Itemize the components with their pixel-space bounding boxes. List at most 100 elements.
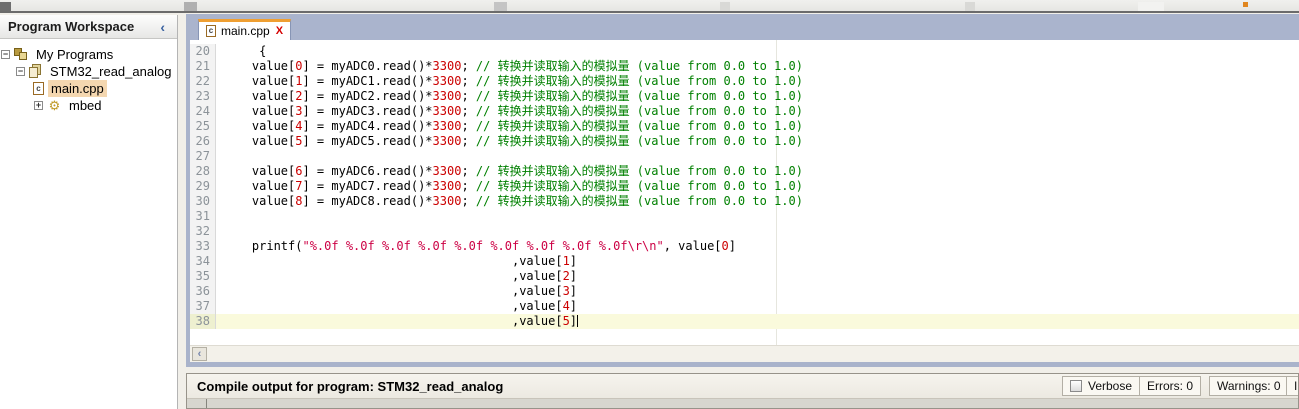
code-text: value[3] = myADC3.read()*3300; // 转换并读取输… (216, 104, 1299, 119)
editor-panel: c main.cpp X 20 {21 value[0] = myADC0.re… (186, 14, 1299, 367)
tree-item-label[interactable]: mbed (66, 97, 105, 114)
infos-count-badge[interactable]: In (1286, 376, 1299, 396)
code-text: value[5] = myADC5.read()*3300; // 转换并读取输… (216, 134, 1299, 149)
code-text: ,value[4] (216, 299, 1299, 314)
workspace-tree: −My Programs−STM32_read_analogcmain.cpp+… (0, 39, 177, 114)
compile-output-header: Compile output for program: STM32_read_a… (187, 374, 1298, 399)
code-line-20[interactable]: 20 { (190, 44, 1299, 59)
workspace-header: Program Workspace ‹ (0, 15, 177, 39)
code-text: ,value[1] (216, 254, 1299, 269)
code-line-27[interactable]: 27 (190, 149, 1299, 164)
code-line-28[interactable]: 28 value[6] = myADC6.read()*3300; // 转换并… (190, 164, 1299, 179)
line-number: 22 (190, 74, 216, 89)
toolbar-icon-fragment (184, 2, 197, 11)
code-text: ,value[3] (216, 284, 1299, 299)
cpp-file-icon: c (206, 25, 216, 37)
code-text (216, 209, 1299, 224)
code-line-25[interactable]: 25 value[4] = myADC4.read()*3300; // 转换并… (190, 119, 1299, 134)
code-line-31[interactable]: 31 (190, 209, 1299, 224)
code-line-21[interactable]: 21 value[0] = myADC0.read()*3300; // 转换并… (190, 59, 1299, 74)
toolbar-icon-fragment (965, 2, 975, 11)
tree-item-my-programs[interactable]: − My Programs (0, 46, 177, 63)
tree-item-label[interactable]: My Programs (33, 46, 116, 63)
editor-tab-strip: c main.cpp X (190, 14, 1299, 40)
horizontal-scrollbar[interactable]: ‹ (190, 345, 1299, 362)
tree-item-stm32-read-analog[interactable]: − STM32_read_analog (0, 63, 177, 80)
collapse-node-icon[interactable]: − (1, 50, 10, 59)
line-number: 37 (190, 299, 216, 314)
code-lines: 20 {21 value[0] = myADC0.read()*3300; //… (190, 40, 1299, 329)
line-number: 36 (190, 284, 216, 299)
my-programs-icon (14, 48, 29, 62)
line-number: 24 (190, 104, 216, 119)
code-line-22[interactable]: 22 value[1] = myADC1.read()*3300; // 转换并… (190, 74, 1299, 89)
code-text: value[4] = myADC4.read()*3300; // 转换并读取输… (216, 119, 1299, 134)
toolbar-icon-fragment (0, 2, 11, 11)
line-number: 31 (190, 209, 216, 224)
output-column-divider (206, 399, 207, 409)
line-number: 23 (190, 89, 216, 104)
code-text: printf("%.0f %.0f %.0f %.0f %.0f %.0f %.… (216, 239, 1299, 254)
code-text: value[8] = myADC8.read()*3300; // 转换并读取输… (216, 194, 1299, 209)
code-text: ,value[5] (216, 314, 1299, 329)
verbose-label: Verbose (1088, 379, 1132, 393)
line-number: 35 (190, 269, 216, 284)
compile-output-panel: Compile output for program: STM32_read_a… (186, 373, 1299, 409)
code-line-34[interactable]: 34 ,value[1] (190, 254, 1299, 269)
text-cursor (577, 315, 578, 327)
code-text: value[7] = myADC7.read()*3300; // 转换并读取输… (216, 179, 1299, 194)
code-line-32[interactable]: 32 (190, 224, 1299, 239)
line-number: 28 (190, 164, 216, 179)
line-number: 26 (190, 134, 216, 149)
tab-main-cpp[interactable]: c main.cpp X (198, 19, 291, 40)
tab-label: main.cpp (221, 24, 270, 38)
verbose-toggle[interactable]: Verbose (1062, 376, 1140, 396)
code-line-33[interactable]: 33 printf("%.0f %.0f %.0f %.0f %.0f %.0f… (190, 239, 1299, 254)
warnings-count-badge[interactable]: Warnings: 0 (1209, 376, 1289, 396)
cpp-file-icon: c (33, 82, 44, 95)
line-number: 20 (190, 44, 216, 59)
workspace-title: Program Workspace (0, 19, 160, 34)
tree-item-label[interactable]: main.cpp (48, 80, 107, 97)
program-workspace-panel: Program Workspace ‹ −My Programs−STM32_r… (0, 15, 178, 409)
code-text: ,value[2] (216, 269, 1299, 284)
expand-node-icon[interactable]: + (34, 101, 43, 110)
code-text (216, 224, 1299, 239)
code-line-30[interactable]: 30 value[8] = myADC8.read()*3300; // 转换并… (190, 194, 1299, 209)
line-number: 38 (190, 314, 216, 329)
line-number: 21 (190, 59, 216, 74)
code-line-29[interactable]: 29 value[7] = myADC7.read()*3300; // 转换并… (190, 179, 1299, 194)
line-number: 27 (190, 149, 216, 164)
code-text: value[1] = myADC1.read()*3300; // 转换并读取输… (216, 74, 1299, 89)
errors-count-badge[interactable]: Errors: 0 (1139, 376, 1201, 396)
code-line-38[interactable]: 38 ,value[5] (190, 314, 1299, 329)
tree-item-mbed[interactable]: + ⚙ mbed (0, 97, 177, 114)
toolbar-icon-fragment (1138, 2, 1164, 11)
line-number: 30 (190, 194, 216, 209)
toolbar-icon-fragment (720, 2, 730, 11)
close-tab-icon[interactable]: X (276, 25, 283, 37)
scroll-left-arrow-icon[interactable]: ‹ (192, 347, 207, 361)
code-text: value[2] = myADC2.read()*3300; // 转换并读取输… (216, 89, 1299, 104)
line-number: 29 (190, 179, 216, 194)
code-line-37[interactable]: 37 ,value[4] (190, 299, 1299, 314)
top-toolbar-sliver (0, 0, 1299, 13)
line-number: 33 (190, 239, 216, 254)
code-line-23[interactable]: 23 value[2] = myADC2.read()*3300; // 转换并… (190, 89, 1299, 104)
collapse-panel-icon[interactable]: ‹ (160, 19, 177, 35)
verbose-checkbox[interactable] (1070, 380, 1082, 392)
code-editor[interactable]: 20 {21 value[0] = myADC0.read()*3300; //… (190, 40, 1299, 345)
code-line-35[interactable]: 35 ,value[2] (190, 269, 1299, 284)
collapse-node-icon[interactable]: − (16, 67, 25, 76)
line-number: 32 (190, 224, 216, 239)
line-number: 25 (190, 119, 216, 134)
tree-item-label[interactable]: STM32_read_analog (47, 63, 174, 80)
code-line-26[interactable]: 26 value[5] = myADC5.read()*3300; // 转换并… (190, 134, 1299, 149)
mbed-gear-icon: ⚙ (47, 98, 62, 113)
toolbar-icon-fragment (1243, 2, 1248, 7)
tree-item-main-cpp[interactable]: c main.cpp (0, 80, 177, 97)
code-line-36[interactable]: 36 ,value[3] (190, 284, 1299, 299)
toolbar-icon-fragment (494, 2, 507, 11)
program-folder-icon (29, 64, 43, 79)
code-line-24[interactable]: 24 value[3] = myADC3.read()*3300; // 转换并… (190, 104, 1299, 119)
